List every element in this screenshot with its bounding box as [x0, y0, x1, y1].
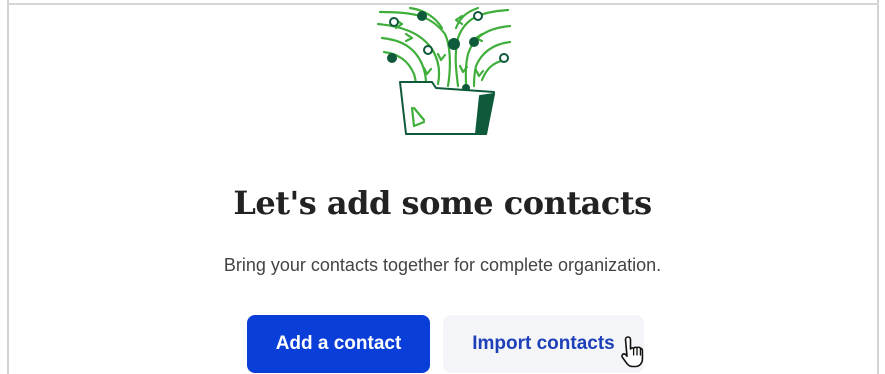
empty-state-title: Let's add some contacts [233, 184, 652, 222]
contacts-folder-illustration-icon [376, 6, 512, 135]
contacts-empty-state-panel: Let's add some contacts Bring your conta… [0, 0, 885, 374]
add-contact-button[interactable]: Add a contact [247, 315, 430, 373]
hand-pointer-icon [621, 336, 644, 368]
empty-state-subtitle: Bring your contacts together for complet… [223, 255, 662, 275]
import-contacts-button[interactable]: Import contacts [443, 315, 644, 373]
